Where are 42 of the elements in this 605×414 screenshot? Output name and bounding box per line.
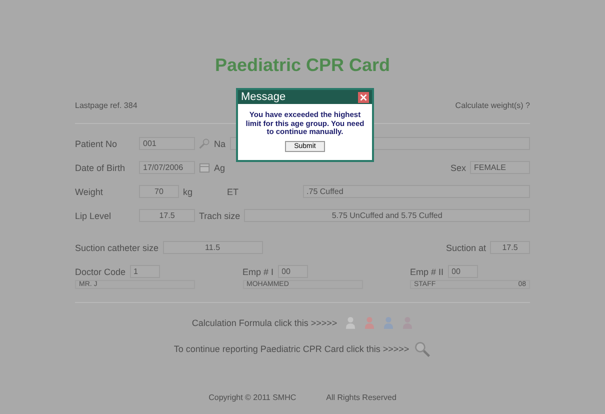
reference-text: Lastpage ref. 384 [75, 101, 138, 110]
code-field[interactable]: 1 [130, 265, 160, 278]
calculation-text: Calculation Formula click this >>>>> [192, 318, 338, 328]
weight-field[interactable]: 70 [139, 185, 179, 198]
field-label: ET [227, 186, 239, 196]
sex-field[interactable]: FEMALE [470, 161, 530, 174]
unit-label: kg [183, 186, 194, 196]
field-label: Emp # II [410, 266, 444, 276]
ett-field[interactable]: .75 Cuffed [302, 185, 530, 198]
person-icon[interactable] [345, 316, 356, 329]
copyright-text: Copyright © 2011 SMHC [208, 393, 296, 402]
code-field[interactable]: 00 [448, 265, 478, 278]
field-label: Na [214, 138, 226, 148]
continue-text: To continue reporting Paediatric CPR Card click this >>>>> [174, 344, 410, 354]
field-label: Date of Birth [75, 162, 126, 172]
field-label: Trach size [199, 210, 240, 220]
calendar-icon[interactable] [199, 162, 210, 173]
person-icon[interactable] [383, 316, 394, 329]
page-title: Paediatric CPR Card [214, 55, 392, 76]
search-icon[interactable] [413, 340, 432, 358]
dialog-title: Message [241, 91, 286, 103]
date-field[interactable]: 17/07/2006 [139, 161, 195, 174]
suction-at-field[interactable]: 17.5 [490, 241, 530, 254]
catheter-size-field[interactable]: 11.5 [162, 241, 263, 254]
code-field[interactable]: 00 [278, 265, 308, 278]
lip-level-field[interactable]: 17.5 [139, 209, 195, 222]
field-label: Patient No [75, 138, 118, 148]
field-label: Suction at [446, 242, 486, 252]
field-label: Ag [214, 162, 226, 172]
calculate-link[interactable]: Calculate weight(s) ? [455, 101, 530, 110]
search-icon[interactable] [199, 138, 210, 149]
field-label: Weight [75, 186, 104, 196]
rights-text: All Rights Reserved [326, 393, 396, 402]
field-label: Emp # I [242, 266, 274, 276]
trach-size-field[interactable]: 5.75 UnCuffed and 5.75 Cuffed [244, 209, 530, 222]
close-icon[interactable] [358, 92, 369, 102]
field-label: Doctor Code [75, 266, 126, 276]
patient-no-field[interactable]: 001 [139, 137, 195, 150]
field-label: Lip Level [75, 210, 112, 220]
person-icon[interactable] [364, 316, 376, 329]
field-label: Sex [450, 162, 466, 172]
field-label: Suction catheter size [75, 242, 159, 252]
